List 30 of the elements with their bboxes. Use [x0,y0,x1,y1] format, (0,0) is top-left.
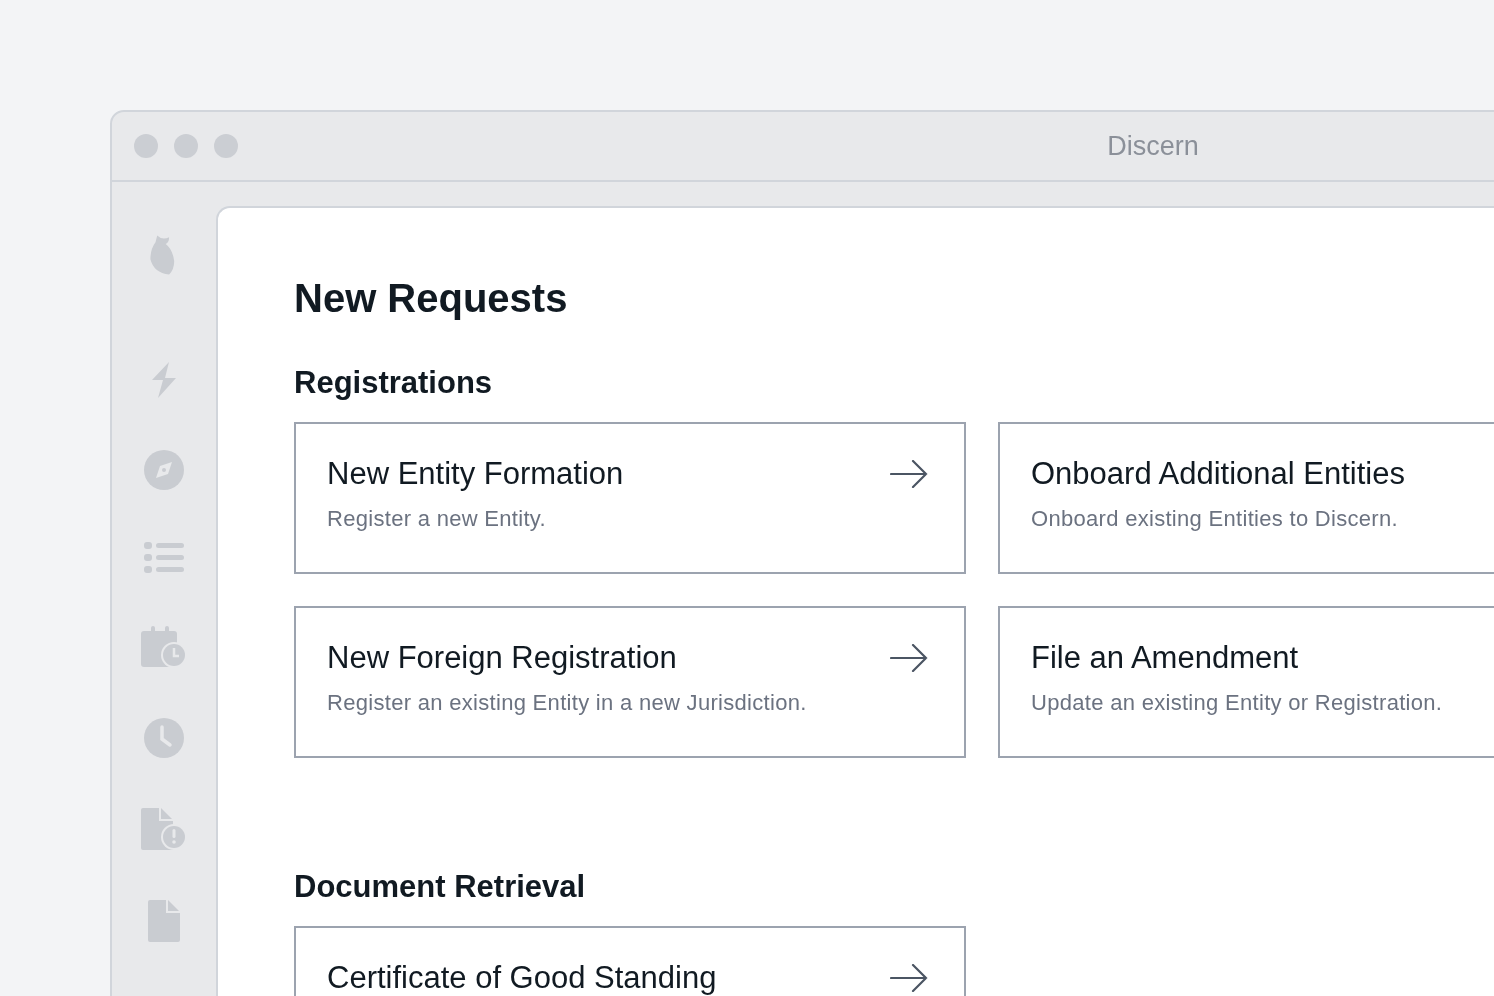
request-card[interactable]: Onboard Additional Entities Onboard existing Entities to Discern. [998,422,1494,574]
request-card[interactable]: New Entity Formation Register a new Entity. [294,422,966,574]
request-card[interactable]: File an Amendment Update an existing Entity or Registration. [998,606,1494,758]
card-title: New Foreign Registration [327,641,677,675]
compass-icon[interactable] [144,450,184,490]
card-description: Onboard existing Entities to Discern. [1031,505,1399,533]
section-title: Document Retrieval [294,868,587,906]
arrow-right-icon [890,964,928,992]
close-button[interactable] [134,134,158,158]
request-card[interactable]: New Foreign Registration Register an existing Entity in a new Jurisdiction. [294,606,966,758]
card-title: File an Amendment [1031,641,1299,675]
card-description: Update an existing Entity or Registration. [1031,689,1444,717]
clock-icon[interactable] [144,718,184,758]
section-title: Registrations [294,364,494,402]
card-title: Onboard Additional Entities [1031,457,1405,491]
request-card[interactable]: Certificate of Good Standing [294,926,966,996]
arrow-right-icon [890,460,928,488]
card-title: New Entity Formation [327,457,624,491]
arrow-right-icon [890,644,928,672]
card-description: Register a new Entity. [327,505,547,533]
card-description: Register an existing Entity in a new Jurisdiction. [327,689,808,717]
document-icon[interactable] [148,900,180,942]
minimize-button[interactable] [174,134,198,158]
calendar-clock-icon[interactable] [141,626,187,668]
maximize-button[interactable] [214,134,238,158]
file-alert-icon[interactable] [141,808,187,850]
window-title: Discern [1107,130,1199,162]
card-title: Certificate of Good Standing [327,961,717,995]
list-icon[interactable] [144,540,184,576]
page-title: New Requests [294,275,569,322]
